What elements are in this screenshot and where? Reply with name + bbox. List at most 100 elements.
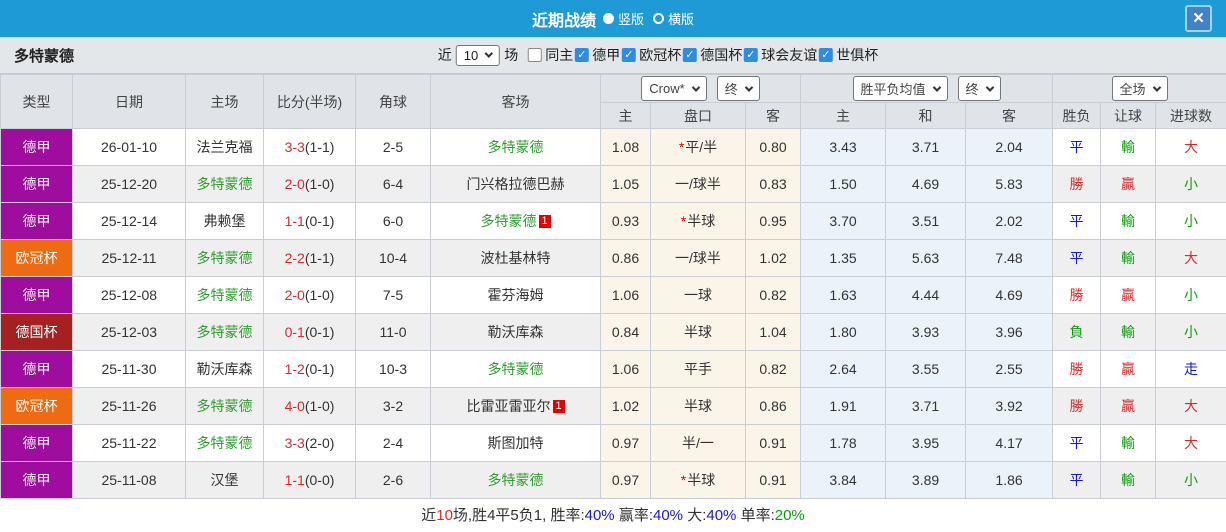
scope-select[interactable]: 全场 — [1111, 76, 1168, 101]
summary-segment: 场,胜4平5负1, 胜率: — [452, 507, 585, 524]
score-full: 4-0 — [284, 398, 305, 414]
col-header-date: 日期 — [72, 74, 186, 129]
scope-select-value: 全场 — [1119, 82, 1146, 97]
results-table: 类型 日期 主场 比分(半场) 角球 客场 Crow* 终 胜平负均值 终 全场… — [0, 74, 1226, 499]
filter-checkbox-欧冠杯[interactable]: 欧冠杯 — [620, 45, 681, 65]
radio-selected-icon — [602, 13, 614, 24]
table-row: 德甲 25-11-08 汉堡 1-1(0-0) 2-6 多特蒙德 0.97 *半… — [0, 461, 1226, 499]
sub-header-crow-home: 主 — [600, 102, 651, 129]
result-handicap-cell: 輸 — [1100, 128, 1157, 166]
result-goals-cell: 小 — [1155, 276, 1226, 314]
handicap-cell: *半球 — [650, 461, 746, 499]
chevron-down-icon — [1152, 82, 1161, 92]
score-cell: 2-0(1-0) — [263, 276, 356, 314]
handicap-cell: 半球 — [650, 313, 746, 351]
date-cell: 25-12-08 — [72, 276, 186, 314]
layout-option-横版[interactable]: 横版 — [653, 9, 694, 28]
avg-home-odds: 1.35 — [800, 239, 887, 277]
score-half: (1-0) — [304, 287, 335, 303]
away-team-cell: 比雷亚雷亚尔 1 — [430, 387, 601, 425]
score-full: 2-0 — [284, 176, 305, 192]
filter-checkbox-label: 德国杯 — [700, 47, 743, 63]
result-handicap-cell: 贏 — [1100, 165, 1157, 203]
crow-away-odds: 0.82 — [744, 276, 802, 314]
sub-header-handicap-result: 让球 — [1100, 102, 1157, 129]
filter-checkbox-球会友谊[interactable]: 球会友谊 — [742, 45, 817, 65]
league-badge: 欧冠杯 — [0, 239, 73, 277]
col-header-score: 比分(半场) — [263, 74, 356, 129]
score-full: 0-1 — [284, 324, 305, 340]
corner-cell: 2-4 — [355, 424, 431, 462]
odds-time-select[interactable]: 终 — [957, 76, 1001, 101]
avg-away-odds: 2.02 — [965, 202, 1054, 240]
avg-away-odds: 2.04 — [965, 128, 1054, 166]
home-team-cell: 法兰克福 — [185, 128, 264, 166]
date-cell: 25-11-30 — [72, 350, 186, 388]
crow-away-odds: 0.91 — [744, 424, 802, 462]
company-select-value: Crow* — [649, 81, 685, 96]
handicap-text: 半球 — [684, 398, 712, 414]
layout-option-竖版[interactable]: 竖版 — [602, 9, 644, 28]
checkbox-checked-icon — [575, 48, 590, 62]
sub-header-avg-home: 主 — [800, 102, 887, 129]
score-cell: 1-1(0-0) — [263, 461, 356, 499]
team-name-text: 汉堡 — [210, 472, 239, 488]
avg-home-odds: 2.64 — [800, 350, 887, 388]
avg-draw-odds: 3.71 — [885, 128, 967, 166]
avg-away-odds: 2.55 — [965, 350, 1054, 388]
result-handicap-cell: 輸 — [1100, 424, 1157, 462]
company-select[interactable]: Crow* — [641, 76, 707, 101]
filter-checkbox-世俱杯[interactable]: 世俱杯 — [817, 45, 878, 65]
team-name-text: 斯图加特 — [487, 435, 544, 451]
avg-home-odds: 3.84 — [800, 461, 887, 499]
avg-home-odds: 3.70 — [800, 202, 887, 240]
close-button[interactable]: × — [1185, 5, 1212, 32]
chevron-down-icon — [744, 82, 753, 92]
score-cell: 3-3(2-0) — [263, 424, 356, 462]
match-count-select[interactable]: 10 — [455, 44, 501, 66]
result-handicap-cell: 輸 — [1100, 313, 1157, 351]
avg-away-odds: 3.96 — [965, 313, 1054, 351]
handicap-cell: 一/球半 — [650, 239, 746, 277]
odds-type-select[interactable]: 胜平负均值 — [852, 76, 948, 101]
avg-draw-odds: 3.89 — [885, 461, 967, 499]
filter-checkbox-德甲[interactable]: 德甲 — [573, 45, 620, 65]
summary-segment: 40% — [584, 507, 615, 524]
league-filters: 同主 德甲 欧冠杯 德国杯 球会友谊 世俱杯 — [526, 45, 878, 65]
score-full: 2-2 — [284, 250, 305, 266]
company-odds-group: Crow* 终 — [599, 74, 802, 103]
avg-away-odds: 4.69 — [965, 276, 1054, 314]
handicap-text: 一/球半 — [675, 176, 721, 192]
team-name-text: 多特蒙德 — [487, 472, 544, 488]
handicap-star: * — [680, 472, 687, 488]
layout-option-label: 横版 — [668, 12, 695, 27]
corner-cell: 7-5 — [355, 276, 431, 314]
filter-checkbox-label: 世俱杯 — [836, 47, 879, 63]
summary-segment: 10 — [436, 507, 453, 524]
avg-draw-odds: 5.63 — [885, 239, 967, 277]
result-goals-cell: 小 — [1155, 461, 1226, 499]
away-team-cell: 波杜基林特 — [430, 239, 601, 277]
away-team-cell: 霍芬海姆 — [430, 276, 601, 314]
score-full: 1-2 — [284, 361, 305, 377]
sub-header-avg-away: 客 — [965, 102, 1054, 129]
handicap-star: * — [680, 213, 687, 229]
team-name-text: 勒沃库森 — [487, 324, 544, 340]
team-name-text: 多特蒙德 — [487, 139, 544, 155]
avg-draw-odds: 4.44 — [885, 276, 967, 314]
red-card-badge: 1 — [538, 215, 551, 228]
filter-checkbox-德国杯[interactable]: 德国杯 — [681, 45, 742, 65]
table-row: 德甲 25-12-20 多特蒙德 2-0(1-0) 6-4 门兴格拉德巴赫 1.… — [0, 165, 1226, 203]
home-team-cell: 多特蒙德 — [185, 165, 264, 203]
filter-checkbox-同主[interactable]: 同主 — [526, 45, 573, 65]
result-handicap-cell: 贏 — [1100, 276, 1157, 314]
score-half: (0-1) — [304, 361, 335, 377]
score-half: (1-0) — [304, 398, 335, 414]
company-time-select[interactable]: 终 — [716, 76, 760, 101]
score-half: (0-1) — [304, 213, 335, 229]
team-name-text: 多特蒙德 — [196, 398, 253, 414]
chevron-down-icon — [484, 49, 494, 58]
filter-checkbox-label: 球会友谊 — [761, 47, 818, 63]
page-title: 近期战绩 — [531, 12, 596, 30]
result-wdl-cell: 平 — [1052, 239, 1102, 277]
